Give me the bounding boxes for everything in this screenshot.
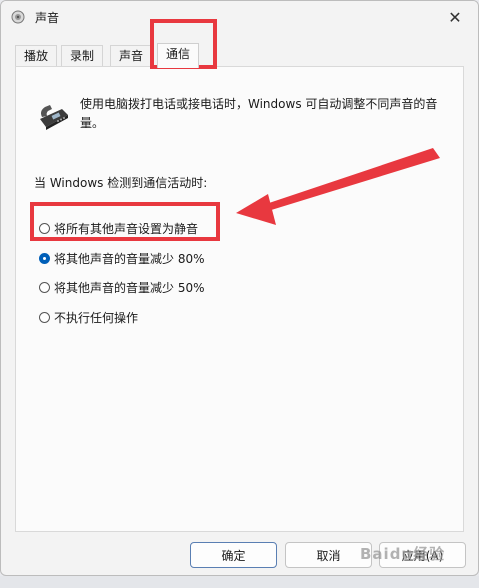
speaker-icon: [11, 10, 25, 24]
option-mute-all[interactable]: 将所有其他声音设置为静音: [39, 219, 198, 237]
radio-mute-all[interactable]: [39, 222, 50, 234]
option-mute-all-label: 将所有其他声音设置为静音: [54, 221, 199, 236]
cancel-button[interactable]: 取消: [285, 542, 372, 568]
option-reduce-50[interactable]: 将其他声音的音量减少 50%: [39, 278, 205, 296]
option-reduce-80[interactable]: 将其他声音的音量减少 80%: [39, 249, 205, 267]
tab-communications[interactable]: 通信: [157, 43, 200, 68]
close-icon: ✕: [448, 7, 462, 27]
communications-panel: 使用电脑拨打电话或接电话时，Windows 可自动调整不同声音的音量。 当 Wi…: [15, 66, 464, 532]
tab-playback[interactable]: 播放: [15, 45, 58, 66]
detect-label: 当 Windows 检测到通信活动时:: [34, 176, 208, 190]
tab-bar: 播放 录制 声音 通信: [15, 43, 475, 68]
sound-dialog: 声音 ✕ 播放 录制 声音 通信 使用电脑拨打电话或接电话时，Windows 可…: [0, 0, 479, 576]
radio-do-nothing[interactable]: [39, 311, 50, 323]
title-bar[interactable]: 声音 ✕: [1, 1, 478, 33]
communications-description: 使用电脑拨打电话或接电话时，Windows 可自动调整不同声音的音量。: [80, 97, 438, 130]
option-reduce-50-label: 将其他声音的音量减少 50%: [54, 280, 205, 295]
telephone-icon: [40, 105, 68, 130]
option-do-nothing[interactable]: 不执行任何操作: [39, 308, 138, 326]
radio-reduce-50[interactable]: [39, 281, 50, 293]
option-reduce-80-label: 将其他声音的音量减少 80%: [54, 251, 205, 266]
close-button[interactable]: ✕: [432, 1, 478, 33]
tab-sounds[interactable]: 声音: [110, 45, 153, 66]
background-strip: [0, 576, 479, 588]
window-title: 声音: [35, 11, 60, 25]
option-do-nothing-label: 不执行任何操作: [54, 310, 139, 325]
watermark-logo: Baidu经验: [360, 545, 446, 563]
tab-recording[interactable]: 录制: [61, 45, 104, 66]
ok-button[interactable]: 确定: [190, 542, 277, 568]
radio-reduce-80[interactable]: [39, 252, 50, 264]
